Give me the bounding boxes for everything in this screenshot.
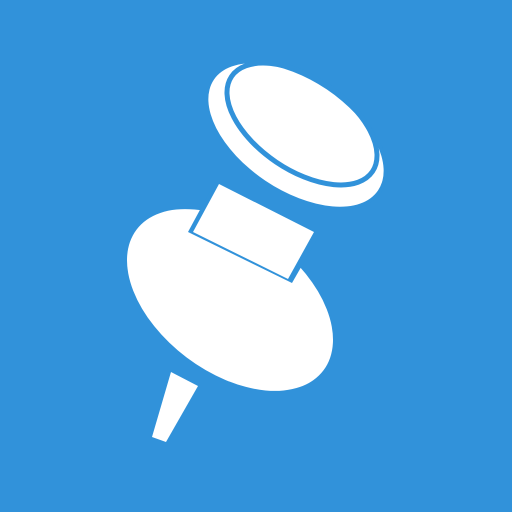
pushpin-needle [152,372,198,442]
pushpin-icon [127,60,388,442]
app-tile[interactable] [0,0,512,512]
